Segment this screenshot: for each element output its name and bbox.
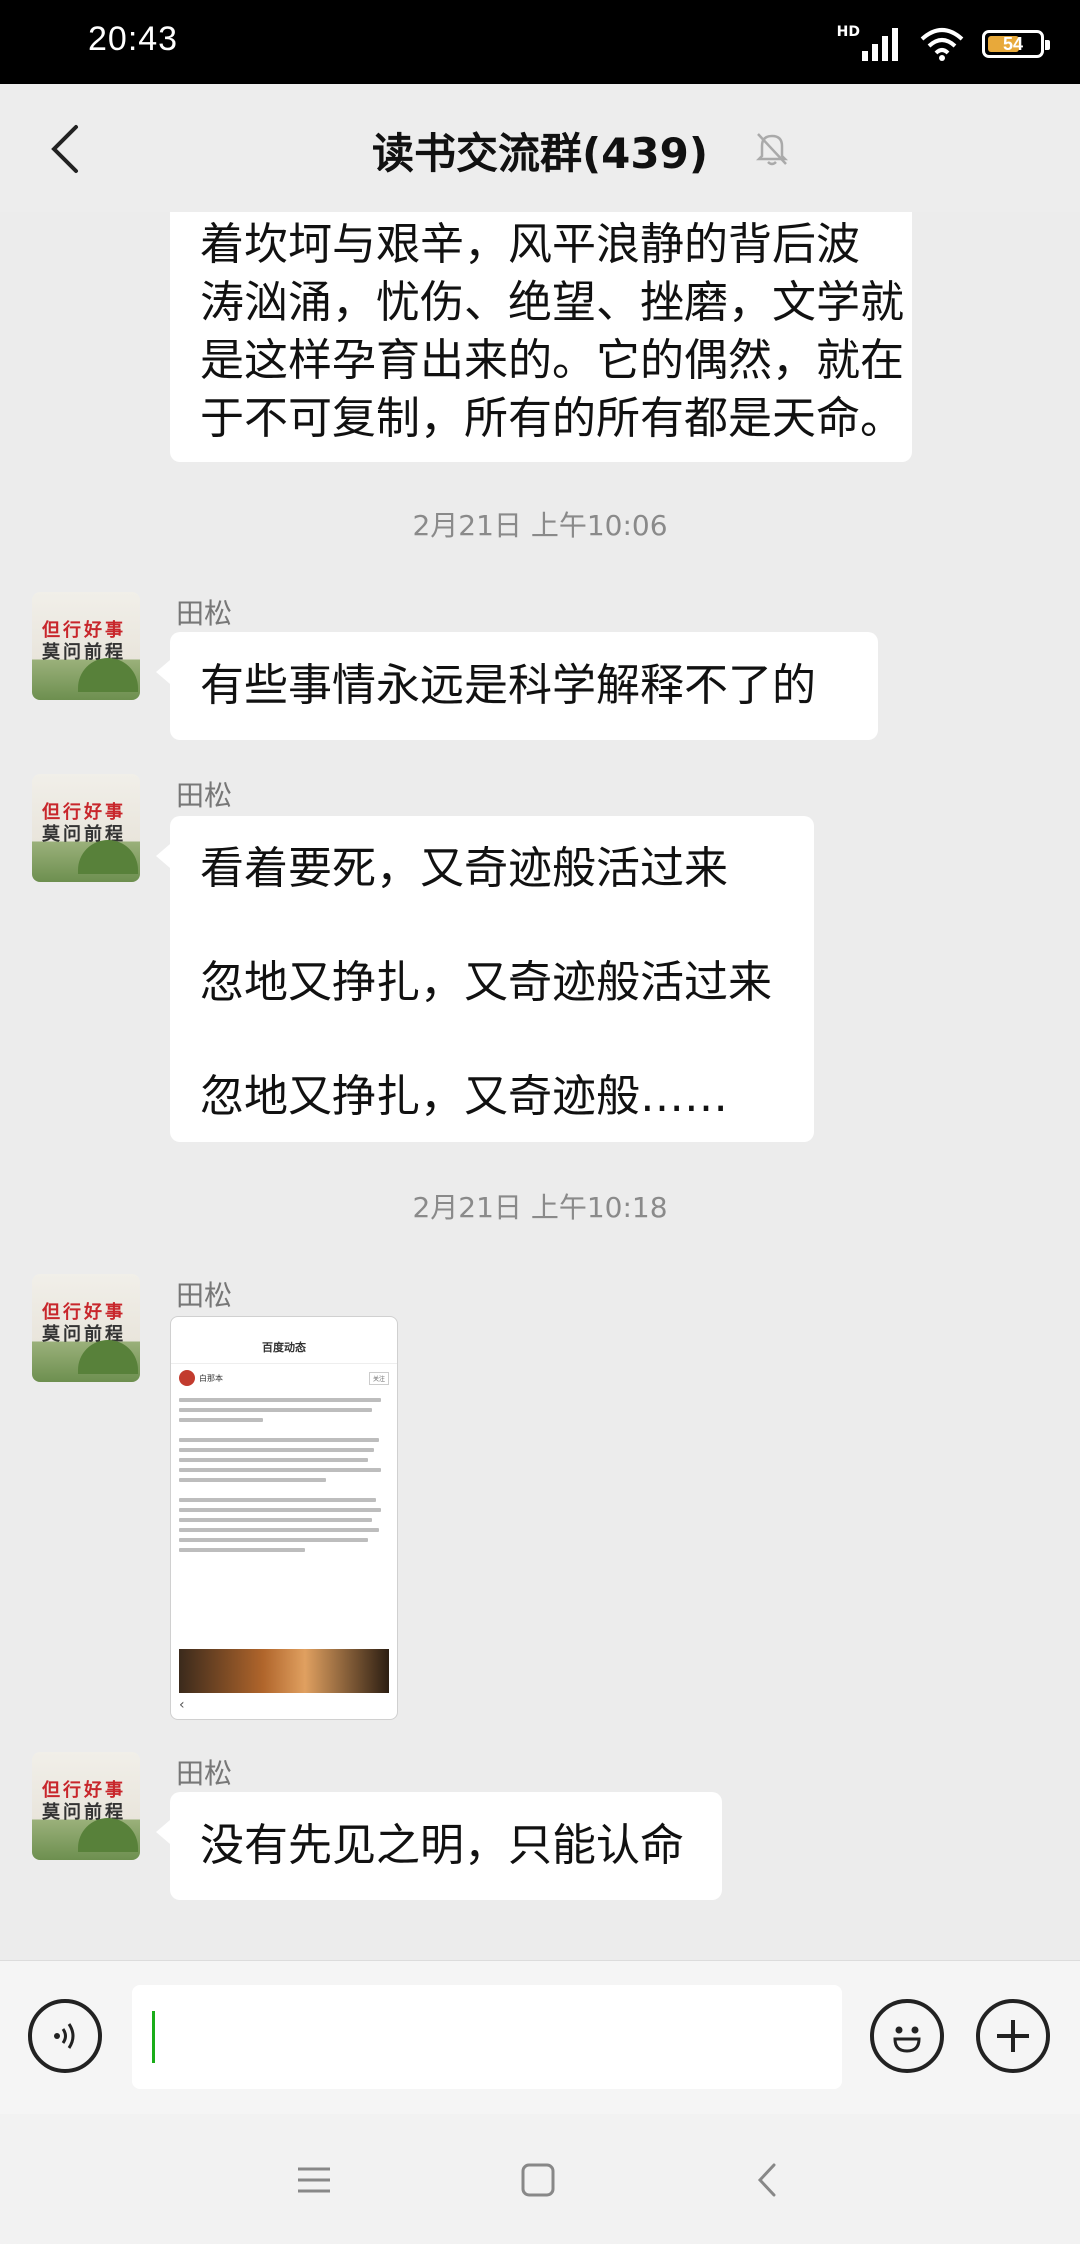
message-text-line: 忽地又挣扎，又奇迹般…… [200,1071,728,1122]
message-bubble[interactable]: 没有先见之明，只能认命 [156,1792,722,1900]
status-icons: HD 54 [836,24,1050,64]
status-time: 20:43 [88,20,179,58]
battery-level: 54 [1002,33,1024,54]
system-nav-bar [0,2114,1080,2244]
message-text-line: 看着要死，又奇迹般活过来 [200,843,728,894]
plus-icon [997,2020,1029,2052]
message-text-line: 于不可复制，所有的所有都是天命。 [200,393,904,444]
avatar[interactable]: 但行好事 莫问前程 [32,774,140,882]
message-bubble[interactable]: 看着要死，又奇迹般活过来 忽地又挣扎，又奇迹般活过来 忽地又挣扎，又奇迹般…… [156,816,814,1142]
image-text-lines [171,1390,397,1560]
chat-title: 读书交流群(439) [371,129,709,178]
sender-name: 田松 [176,1279,233,1312]
voice-button[interactable] [28,1999,102,2073]
avatar-text: 但行好事 莫问前程 [42,1780,126,1823]
avatar[interactable]: 但行好事 莫问前程 [32,592,140,700]
voice-icon [54,2023,75,2049]
emoji-icon [893,2026,921,2053]
avatar-text: 但行好事 莫问前程 [42,802,126,845]
input-bar [0,1960,1080,2115]
avatar[interactable]: 但行好事 莫问前程 [32,1274,140,1382]
status-bar: 20:43 HD 54 [0,0,1080,84]
emoji-button[interactable] [870,1999,944,2073]
timestamp: 2月21日 上午10:18 [412,1191,668,1224]
message-bubble[interactable]: 着坎坷与艰辛，风平浪静的背后波 涛汹涌，忧伤、绝望、挫磨，文学就 是这样孕育出来… [170,212,912,462]
message-text-line: 着坎坷与艰辛，风平浪静的背后波 [200,219,860,270]
author-avatar [179,1370,195,1386]
battery-icon: 54 [982,30,1050,58]
network-type: HD [836,24,860,40]
message-bubble[interactable]: 有些事情永远是科学解释不了的 [156,632,878,740]
timestamp: 2月21日 上午10:06 [412,509,668,542]
message-list[interactable]: 着坎坷与艰辛，风平浪静的背后波 涛汹涌，忧伤、绝望、挫磨，文学就 是这样孕育出来… [0,212,1080,1960]
image-title: 百度动态 [171,1333,397,1364]
more-button[interactable] [976,1999,1050,2073]
chat-header: 读书交流群(439) [0,84,1080,212]
avatar[interactable]: 但行好事 莫问前程 [32,1752,140,1860]
avatar-text: 但行好事 莫问前程 [42,1302,126,1345]
sender-name: 田松 [176,779,233,812]
image-photo [179,1649,389,1693]
bell-off-icon [755,133,789,166]
sender-name: 田松 [176,1757,233,1790]
message-text: 有些事情永远是科学解释不了的 [200,660,816,711]
image-author: 白那本 [199,1373,223,1383]
menu-icon[interactable] [294,2160,334,2200]
home-icon[interactable] [518,2160,558,2200]
message-text-line: 是这样孕育出来的。它的偶然，就在 [200,335,904,386]
message-input[interactable] [132,1985,842,2089]
image-message[interactable]: 百度动态 白那本 关注 ‹ [170,1316,398,1720]
image-back-arrow: ‹ [179,1697,185,1713]
wifi-icon [920,28,964,61]
signal-icon [862,28,898,61]
text-caret [152,2011,155,2063]
message-text: 没有先见之明，只能认命 [200,1820,684,1871]
image-follow: 关注 [368,1371,389,1385]
message-text-line: 涛汹涌，忧伤、绝望、挫磨，文学就 [200,277,904,328]
nav-back-icon[interactable] [748,2160,788,2200]
avatar-text: 但行好事 莫问前程 [42,620,126,663]
sender-name: 田松 [176,597,233,630]
message-text-line: 忽地又挣扎，又奇迹般活过来 [200,957,772,1008]
